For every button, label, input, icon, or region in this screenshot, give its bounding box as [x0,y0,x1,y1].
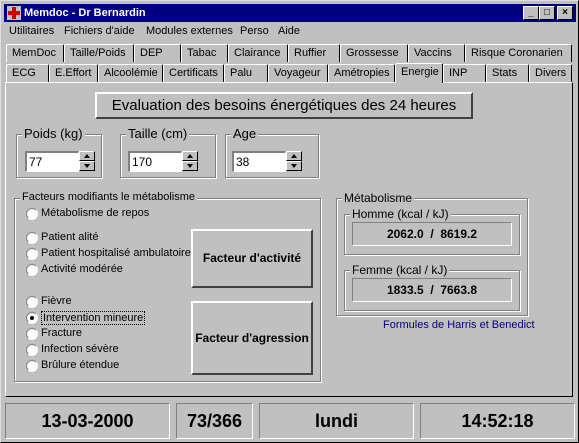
radio-label: Métabolisme de repos [41,207,150,219]
facteur-agression-button[interactable]: Facteur d'agression [191,301,313,375]
age-input[interactable]: 38 [232,151,286,172]
homme-value: 2062.0 / 8619.2 [352,222,512,246]
tab-dep[interactable]: DEP [134,44,181,62]
tab-stats[interactable]: Stats [486,64,529,82]
radio-label: Fièvre [41,295,72,307]
radio-metabolisme-repos[interactable] [26,208,38,220]
status-day-of-year: 73/366 [176,403,253,439]
arrow-down-icon[interactable] [79,161,95,171]
radio-intervention-mineure[interactable] [26,312,38,324]
radio-label: Brûlure étendue [41,359,120,371]
radio-brulure-etendue[interactable] [26,360,38,372]
arrow-up-icon[interactable] [182,151,198,161]
status-time: 14:52:18 [420,403,575,439]
taille-label: Taille (cm) [126,126,190,141]
radio-label: Fracture [41,327,82,339]
radio-label: Infection sévère [41,343,119,355]
tab-ametropies[interactable]: Amétropies [328,64,395,82]
radio-fievre[interactable] [26,296,38,308]
femme-value: 1833.5 / 7663.8 [352,278,512,302]
facteurs-label: Facteurs modifiants le métabolisme [20,191,198,203]
tab-ecg[interactable]: ECG [6,64,49,82]
tab-taille-poids[interactable]: Taille/Poids [64,44,134,62]
arrow-up-icon[interactable] [286,151,302,161]
arrow-down-icon[interactable] [286,161,302,171]
radio-label: Patient hospitalisé ambulatoire [41,247,191,259]
radio-selected-dot [30,316,34,320]
maximize-button[interactable]: □ [539,6,555,20]
metabolisme-label: Métabolisme [342,191,415,205]
tab-certificats[interactable]: Certificats [163,64,224,82]
app-window: Memdoc - Dr Bernardin _ □ × Utilitaires … [0,0,579,443]
formula-caption: Formules de Harris et Benedict [383,319,535,331]
radio-activite-moderee[interactable] [26,264,38,276]
homme-label: Homme (kcal / kJ) [350,207,451,221]
poids-stepper[interactable] [79,151,95,171]
age-label: Age [231,126,259,141]
poids-label: Poids (kg) [22,126,85,141]
tab-risque-coronarien[interactable]: Risque Coronarien [465,44,572,62]
radio-infection-severe[interactable] [26,344,38,356]
minimize-button[interactable]: _ [523,6,539,20]
radio-label: Intervention mineure [41,311,146,325]
radio-fracture[interactable] [26,328,38,340]
tab-clairance[interactable]: Clairance [228,44,288,62]
radio-patient-hospitalise[interactable] [26,248,38,260]
menu-perso[interactable]: Perso [240,25,269,37]
menu-fichiers-aide[interactable]: Fichiers d'aide [64,25,135,37]
age-stepper[interactable] [286,151,302,171]
tab-vaccins[interactable]: Vaccins [408,44,465,62]
status-date: 13-03-2000 [5,403,170,439]
radio-label: Activité modérée [41,263,123,275]
status-weekday: lundi [259,403,414,439]
tab-tabac[interactable]: Tabac [181,44,228,62]
title-bar: Memdoc - Dr Bernardin _ □ × [4,4,576,22]
menu-aide[interactable]: Aide [278,25,300,37]
arrow-down-icon[interactable] [182,161,198,171]
tab-voyageur[interactable]: Voyageur [268,64,328,82]
taille-stepper[interactable] [182,151,198,171]
medical-cross-icon[interactable] [7,6,21,20]
page-title: Evaluation des besoins énergétiques des … [95,92,473,119]
taille-input[interactable]: 170 [128,151,182,172]
tab-divers[interactable]: Divers [529,64,572,82]
poids-input[interactable]: 77 [25,151,79,172]
menu-modules-externes[interactable]: Modules externes [146,25,233,37]
close-button[interactable]: × [557,6,573,20]
menu-utilitaires[interactable]: Utilitaires [9,25,54,37]
radio-label: Patient alité [41,231,99,243]
arrow-up-icon[interactable] [79,151,95,161]
tab-energie[interactable]: Energie [395,63,443,83]
tab-memdoc[interactable]: MemDoc [6,44,64,62]
window-title: Memdoc - Dr Bernardin [24,7,146,19]
tab-palu[interactable]: Palu [224,64,268,82]
tab-ruffier[interactable]: Ruffier [288,44,340,62]
radio-patient-alite[interactable] [26,232,38,244]
tab-inp[interactable]: INP [443,64,486,82]
tab-e-effort[interactable]: E.Effort [49,64,98,82]
tab-grossesse[interactable]: Grossesse [340,44,408,62]
tab-alcoolemie[interactable]: Alcoolémie [98,64,163,82]
femme-label: Femme (kcal / kJ) [350,263,450,277]
facteur-activite-button[interactable]: Facteur d'activité [191,229,313,288]
